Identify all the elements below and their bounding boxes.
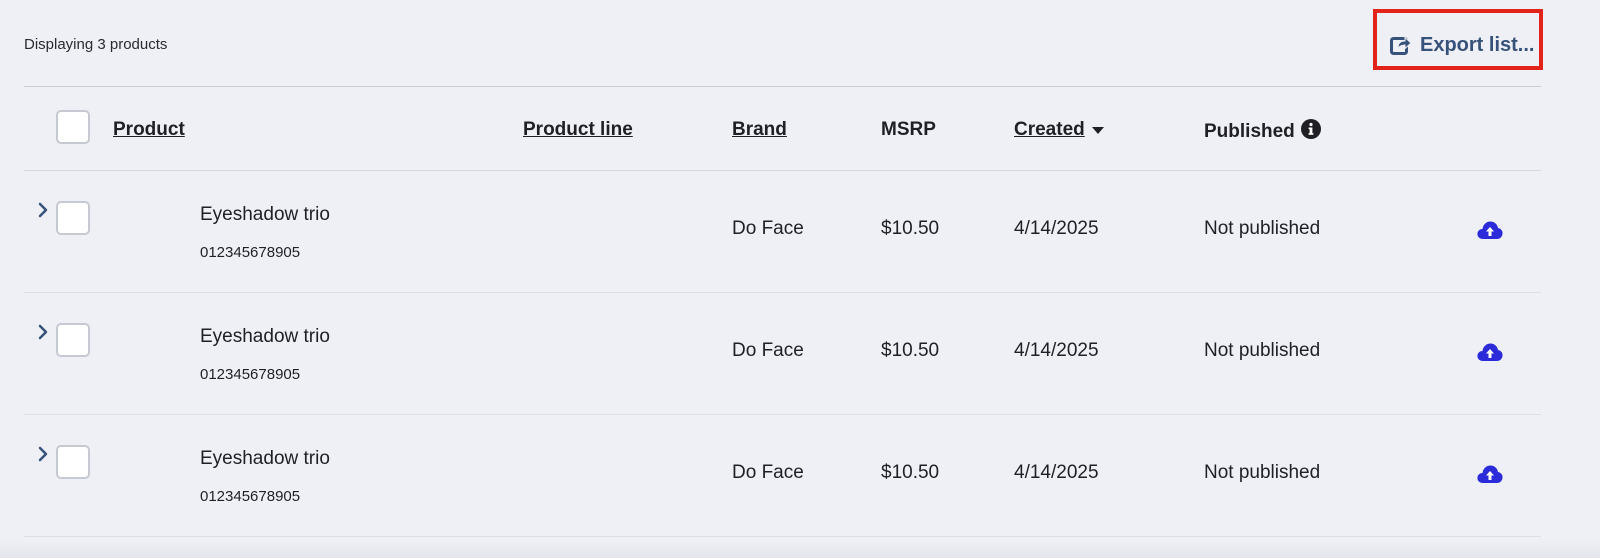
share-export-icon (1390, 34, 1412, 56)
published-cell: Not published (1204, 218, 1321, 239)
info-icon[interactable] (1300, 119, 1321, 145)
product-sku: 012345678905 (200, 488, 301, 505)
row-checkbox[interactable] (56, 201, 90, 235)
column-header-created[interactable]: Created (1014, 119, 1105, 141)
products-table: Product Product line Brand MSRP Created … (24, 86, 1541, 537)
expand-chevron-icon[interactable] (35, 201, 53, 219)
product-name[interactable]: Eyeshadow trio (200, 448, 330, 470)
select-all-checkbox[interactable] (56, 110, 90, 144)
cloud-upload-icon[interactable] (1476, 463, 1504, 485)
msrp-cell: $10.50 (881, 218, 940, 239)
product-name[interactable]: Eyeshadow trio (200, 326, 330, 348)
product-count: Displaying 3 products (24, 36, 168, 53)
export-list-label: Export list... (1420, 33, 1535, 56)
cloud-upload-icon[interactable] (1476, 341, 1504, 363)
product-name[interactable]: Eyeshadow trio (200, 204, 330, 226)
table-header-row: Product Product line Brand MSRP Created … (24, 87, 1541, 171)
column-header-msrp: MSRP (881, 119, 936, 140)
row-checkbox[interactable] (56, 323, 90, 357)
expand-chevron-icon[interactable] (35, 323, 53, 341)
row-checkbox[interactable] (56, 445, 90, 479)
table-row: Eyeshadow trio 012345678905 Do Face $10.… (24, 171, 1541, 293)
column-header-brand[interactable]: Brand (732, 119, 787, 141)
brand-cell: Do Face (732, 462, 804, 483)
product-list-page: Displaying 3 products Export list... Pro… (0, 0, 1600, 558)
brand-cell: Do Face (732, 340, 804, 361)
brand-cell: Do Face (732, 218, 804, 239)
caret-down-icon (1091, 119, 1105, 141)
published-cell: Not published (1204, 462, 1321, 483)
product-sku: 012345678905 (200, 244, 301, 261)
table-row: Eyeshadow trio 012345678905 Do Face $10.… (24, 415, 1541, 537)
column-header-created-label: Created (1014, 119, 1085, 140)
created-cell: 4/14/2025 (1014, 340, 1099, 361)
product-sku: 012345678905 (200, 366, 301, 383)
msrp-cell: $10.50 (881, 340, 940, 361)
column-header-published-label: Published (1204, 121, 1295, 142)
table-row: Eyeshadow trio 012345678905 Do Face $10.… (24, 293, 1541, 415)
column-header-product[interactable]: Product (113, 119, 185, 141)
created-cell: 4/14/2025 (1014, 462, 1099, 483)
cloud-upload-icon[interactable] (1476, 219, 1504, 241)
column-header-published: Published (1204, 119, 1321, 145)
column-header-product-line[interactable]: Product line (523, 119, 633, 141)
expand-chevron-icon[interactable] (35, 445, 53, 463)
published-cell: Not published (1204, 340, 1321, 361)
list-toolbar: Displaying 3 products Export list... (0, 0, 1600, 86)
export-list-button[interactable]: Export list... (1390, 32, 1534, 58)
created-cell: 4/14/2025 (1014, 218, 1099, 239)
msrp-cell: $10.50 (881, 462, 940, 483)
scroll-shadow (0, 540, 1600, 558)
